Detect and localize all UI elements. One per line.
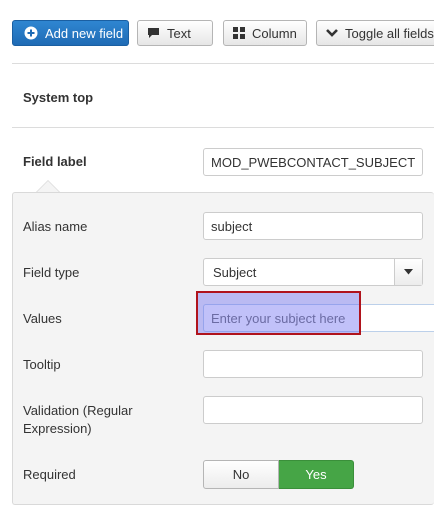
tooltip-label: Tooltip	[23, 357, 61, 372]
divider	[12, 63, 434, 64]
required-label: Required	[23, 467, 76, 482]
toggle-all-fields-label: Toggle all fields	[345, 25, 434, 41]
alias-name-input[interactable]	[203, 212, 423, 240]
validation-label: Validation (Regular Expression)	[23, 402, 133, 438]
plus-circle-icon	[24, 26, 38, 40]
divider	[12, 127, 434, 128]
text-button[interactable]: Text	[137, 20, 213, 46]
add-new-field-label: Add new field	[45, 25, 124, 41]
values-input[interactable]	[203, 304, 434, 332]
field-label-input[interactable]	[203, 148, 423, 176]
comment-icon	[147, 27, 160, 39]
required-no-option[interactable]: No	[203, 460, 279, 489]
alias-name-label: Alias name	[23, 219, 88, 234]
values-label: Values	[23, 311, 62, 326]
tooltip-input[interactable]	[203, 350, 423, 378]
validation-label-line1: Validation (Regular	[23, 403, 133, 418]
add-new-field-button[interactable]: Add new field	[12, 20, 129, 46]
validation-input[interactable]	[203, 396, 423, 424]
required-toggle: No Yes	[203, 460, 354, 489]
validation-label-line2: Expression)	[23, 421, 92, 436]
field-label-label: Field label	[23, 154, 87, 169]
text-label: Text	[167, 25, 191, 41]
caret-down-icon[interactable]	[394, 259, 422, 285]
column-label: Column	[252, 25, 297, 41]
system-top-heading: System top	[23, 90, 94, 105]
toggle-all-fields-button[interactable]: Toggle all fields	[316, 20, 434, 46]
required-yes-option[interactable]: Yes	[279, 460, 354, 489]
chevron-down-icon	[326, 28, 338, 38]
field-type-select[interactable]: Subject	[203, 258, 423, 286]
field-type-label: Field type	[23, 265, 80, 280]
panel-pointer	[37, 181, 59, 192]
field-type-value: Subject	[213, 264, 257, 280]
grid-icon	[233, 27, 245, 39]
toolbar: Add new field Text Column Toggle all fie…	[12, 20, 434, 46]
column-button[interactable]: Column	[223, 20, 307, 46]
